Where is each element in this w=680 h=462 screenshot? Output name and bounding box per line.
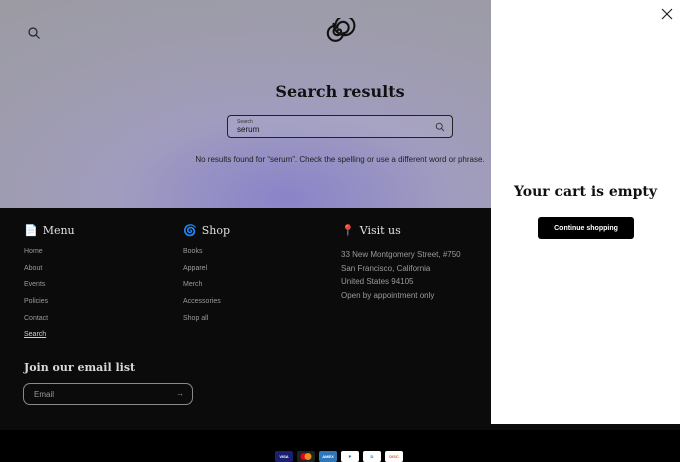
email-field[interactable]: Email → [23, 383, 193, 405]
email-placeholder: Email [34, 390, 55, 399]
newsletter-title: Join our email list [24, 361, 136, 374]
discover-icon: DISC [385, 451, 403, 462]
footer-shop-title: Shop [201, 224, 230, 237]
search-value[interactable]: serum [237, 125, 259, 134]
footer-link-about[interactable]: About [24, 265, 75, 282]
page-emoji-icon: 📄 [24, 224, 38, 237]
payment-icons: VISA AMEX P D DISC [275, 451, 403, 462]
footer-link-merch[interactable]: Merch [183, 281, 230, 298]
address-block: 33 New Montgomery Street, #750 San Franc… [341, 248, 461, 302]
footer-visit-title: Visit us [359, 224, 401, 237]
footer-link-home[interactable]: Home [24, 248, 75, 265]
cyclone-emoji-icon: 🌀 [183, 224, 197, 237]
footer-menu-heading: 📄 Menu [24, 224, 75, 237]
footer-visit-heading: 📍 Visit us [341, 224, 461, 237]
address-line: Open by appointment only [341, 290, 435, 300]
search-icon[interactable] [435, 122, 445, 132]
footer-link-shop-all[interactable]: Shop all [183, 315, 230, 332]
footer-link-contact[interactable]: Contact [24, 315, 75, 332]
search-input[interactable]: Search serum [227, 115, 453, 138]
arrow-right-icon[interactable]: → [176, 389, 184, 398]
footer-link-search[interactable]: Search [24, 331, 75, 348]
amex-icon: AMEX [319, 451, 337, 462]
footer-link-apparel[interactable]: Apparel [183, 265, 230, 282]
address-line: 33 New Montgomery Street, #750 [341, 250, 461, 259]
footer-menu-title: Menu [42, 224, 75, 237]
footer-link-accessories[interactable]: Accessories [183, 298, 230, 315]
cart-empty-title: Your cart is empty [513, 184, 658, 200]
cart-drawer: Your cart is empty Continue shopping [491, 0, 680, 424]
footer-shop: 🌀 Shop Books Apparel Merch Accessories S… [183, 224, 230, 331]
footer-shop-heading: 🌀 Shop [183, 224, 230, 237]
footer-bottom-bar: VISA AMEX P D DISC [0, 430, 680, 462]
spiral-logo-icon[interactable] [324, 18, 356, 48]
continue-shopping-button[interactable]: Continue shopping [538, 217, 634, 239]
address-line: United States 94105 [341, 277, 414, 286]
footer-link-books[interactable]: Books [183, 248, 230, 265]
visa-icon: VISA [275, 451, 293, 462]
paypal-icon: P [341, 451, 359, 462]
footer-link-events[interactable]: Events [24, 281, 75, 298]
search-icon[interactable] [27, 26, 41, 40]
footer-link-policies[interactable]: Policies [24, 298, 75, 315]
footer-visit: 📍 Visit us 33 New Montgomery Street, #75… [341, 224, 461, 302]
mastercard-icon [297, 451, 315, 462]
close-icon[interactable] [661, 8, 673, 20]
address-line: San Francisco, California [341, 263, 431, 273]
pin-emoji-icon: 📍 [341, 224, 355, 237]
diners-icon: D [363, 451, 381, 462]
footer-menu: 📄 Menu Home About Events Policies Contac… [24, 224, 75, 348]
